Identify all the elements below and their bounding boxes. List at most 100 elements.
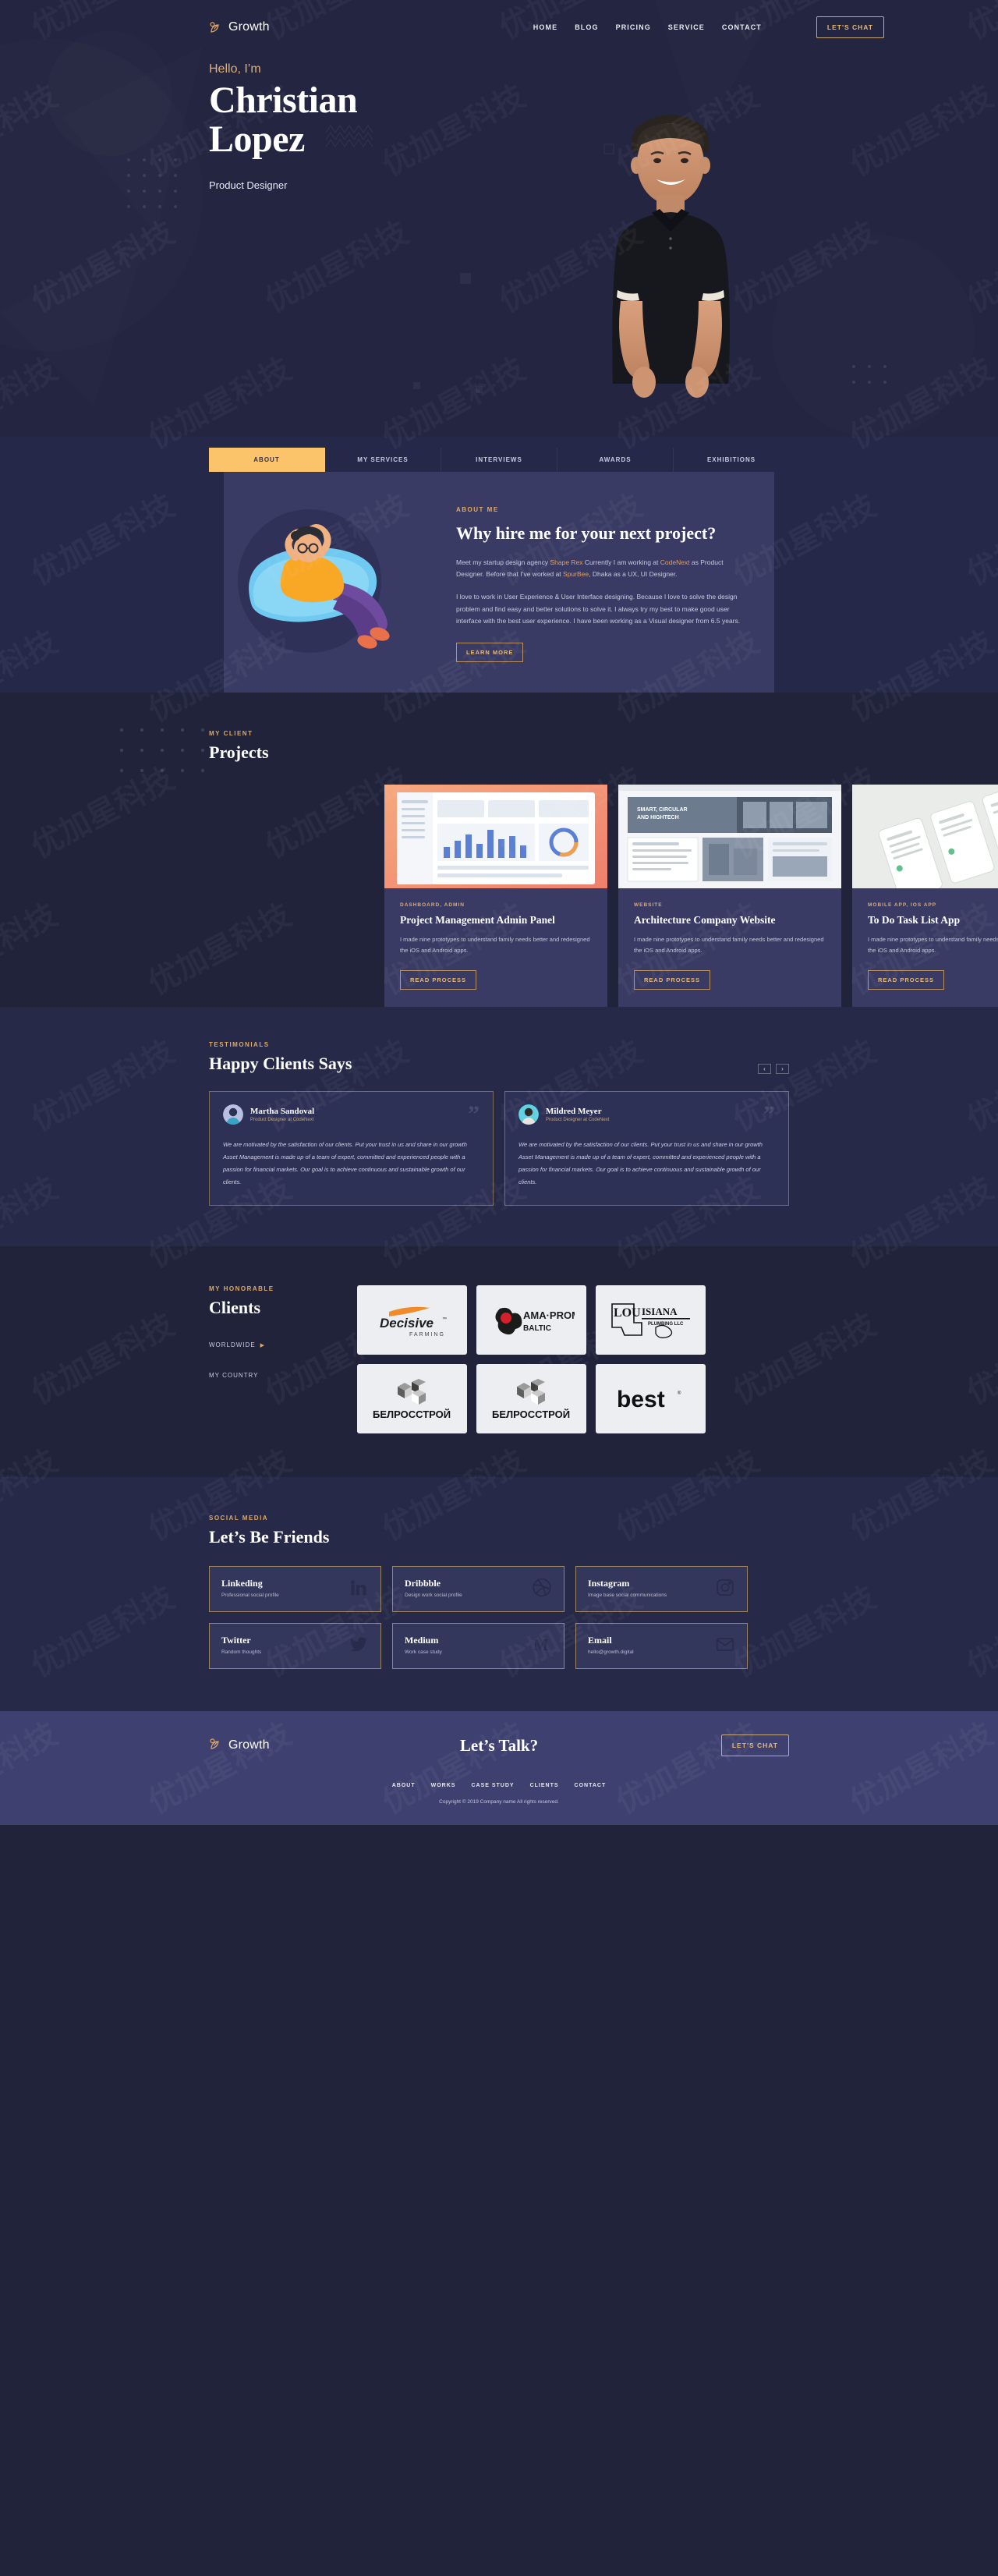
social-sub: Random thoughts — [221, 1649, 262, 1656]
testimonials-heading-group: TESTIMONIALS Happy Clients Says — [209, 1041, 352, 1074]
projects-dots-decor — [119, 728, 205, 773]
about-link-spurbee[interactable]: SpurBee — [563, 570, 589, 578]
svg-text:AND HIGHTECH: AND HIGHTECH — [637, 815, 679, 820]
brand-logo[interactable]: Growth — [209, 20, 270, 34]
project-tag: WEBSITE — [634, 902, 663, 908]
project-card[interactable]: SMART, CIRCULAR AND HIGHTECH WEBSITE Arc… — [618, 785, 841, 1008]
decisive-farming-logo: Decisive ™ FARMING — [380, 1306, 447, 1338]
client-logo-cell[interactable]: LOU ISIANA PLUMBING LLC — [596, 1285, 706, 1355]
page-footer: Growth Let’s Talk? LET'S CHAT ABOUT WORK… — [0, 1711, 998, 1826]
footer-lets-chat-button[interactable]: LET'S CHAT — [720, 1734, 789, 1757]
client-logo-cell[interactable]: БЕЛРОССТРОЙ — [357, 1364, 467, 1434]
testimonial-name: Mildred Meyer — [546, 1107, 602, 1117]
social-section: SOCIAL MEDIA Let’s Be Friends Linkeding … — [0, 1477, 998, 1712]
testimonial-name: Martha Sandoval — [250, 1107, 315, 1117]
clients-filter-my-country[interactable]: MY COUNTRY — [209, 1372, 357, 1379]
project-thumbnail: SMART, CIRCULAR AND HIGHTECH — [618, 785, 841, 888]
about-paragraph-2: I love to work in User Experience & User… — [456, 592, 741, 625]
instagram-icon — [715, 1577, 735, 1601]
clients-filter-worldwide[interactable]: WORLDWIDE ▶ — [209, 1341, 357, 1348]
medium-icon: M — [532, 1634, 552, 1658]
project-description: I made nine prototypes to understand fam… — [400, 935, 590, 955]
footer-brand-logo[interactable]: Growth — [209, 1737, 365, 1755]
client-logo-cell[interactable]: БЕЛРОССТРОЙ — [476, 1364, 586, 1434]
prev-arrow-icon[interactable]: ‹ — [758, 1064, 771, 1075]
lets-chat-button[interactable]: LET'S CHAT — [816, 16, 884, 38]
footer-link-works[interactable]: WORKS — [431, 1783, 456, 1788]
testimonials-header: TESTIMONIALS Happy Clients Says ‹ › — [0, 1041, 998, 1075]
about-link-shaperex[interactable]: Shape Rex — [550, 558, 582, 566]
svg-text:™: ™ — [442, 1316, 447, 1322]
footer-link-case-study[interactable]: CASE STUDY — [471, 1783, 514, 1788]
social-name: Dribbble — [405, 1578, 441, 1589]
read-process-button[interactable]: READ PROCESS — [400, 970, 477, 990]
footer-link-clients[interactable]: CLIENTS — [530, 1783, 559, 1788]
nav-link-blog[interactable]: BLOG — [575, 23, 598, 31]
about-eyebrow: ABOUT ME — [456, 506, 499, 513]
about-p1-b: Currently I am working at — [582, 558, 660, 566]
quote-icon: ” — [763, 1101, 775, 1128]
about-link-codenext[interactable]: CodeNext — [660, 558, 690, 566]
project-card[interactable]: MOBILE APP, IOS APP To Do Task List App … — [852, 785, 998, 1008]
hero-name-line-1: Christian — [209, 80, 358, 121]
social-sub: hello@growth.digital — [588, 1649, 634, 1656]
social-card-twitter[interactable]: Twitter Random thoughts — [209, 1623, 381, 1670]
louisiana-plumbing-logo: LOU ISIANA PLUMBING LLC — [610, 1303, 690, 1338]
about-section: ABOUT MY SERVICES INTERVIEWS AWARDS EXHI… — [0, 437, 998, 693]
svg-text:AMA·PROM: AMA·PROM — [523, 1309, 575, 1321]
client-logo-cell[interactable]: best ® — [596, 1364, 706, 1434]
client-logo-cell[interactable]: Decisive ™ FARMING — [357, 1285, 467, 1355]
read-process-button[interactable]: READ PROCESS — [634, 970, 711, 990]
client-logo-cell[interactable]: AMA·PROM BALTIC — [476, 1285, 586, 1355]
hero-section: Growth HOME BLOG PRICING SERVICE CONTACT… — [0, 0, 998, 437]
nav-link-contact[interactable]: CONTACT — [722, 23, 762, 31]
leaf-icon — [209, 20, 223, 34]
testimonials-section: TESTIMONIALS Happy Clients Says ‹ › ” Ma… — [0, 1007, 998, 1247]
project-description: I made nine prototypes to understand fam… — [634, 935, 824, 955]
best-logo: best ® — [617, 1387, 681, 1412]
tab-awards[interactable]: AWARDS — [557, 448, 674, 472]
learn-more-button[interactable]: LEARN MORE — [456, 643, 524, 663]
read-process-button[interactable]: READ PROCESS — [868, 970, 945, 990]
social-card-medium[interactable]: Medium Work case study M — [392, 1623, 564, 1670]
page-root: Growth HOME BLOG PRICING SERVICE CONTACT… — [0, 0, 998, 1826]
social-card-instagram[interactable]: Instagram Image base social communicatio… — [575, 1566, 748, 1613]
clients-inner: MY HONORABLE Clients WORLDWIDE ▶ MY COUN… — [0, 1285, 998, 1434]
footer-links: ABOUT WORKS CASE STUDY CLIENTS CONTACT — [0, 1783, 998, 1788]
footer-link-contact[interactable]: CONTACT — [575, 1783, 607, 1788]
testimonial-identity: Mildred Meyer Product Designer at CodeNe… — [546, 1107, 609, 1122]
clients-filter-my-country-label: MY COUNTRY — [209, 1372, 259, 1380]
brand-name: Growth — [228, 20, 270, 34]
nav-link-service[interactable]: SERVICE — [668, 23, 705, 31]
testimonial-role: Product Designer at CodeNext — [250, 1118, 314, 1123]
tab-my-services[interactable]: MY SERVICES — [325, 448, 441, 472]
footer-cta-wrap: LET'S CHAT — [633, 1734, 789, 1757]
testimonial-identity: Martha Sandoval Product Designer at Code… — [250, 1107, 314, 1122]
svg-text:БЕЛРОССТРОЙ: БЕЛРОССТРОЙ — [492, 1408, 570, 1420]
nav-link-pricing[interactable]: PRICING — [616, 23, 651, 31]
social-card-dribbble[interactable]: Dribbble Design work social profile — [392, 1566, 564, 1613]
social-sub: Design work social profile — [405, 1593, 462, 1599]
nav-link-home[interactable]: HOME — [533, 23, 557, 31]
tab-about[interactable]: ABOUT — [209, 448, 325, 472]
projects-eyebrow: MY CLIENT — [209, 730, 253, 737]
footer-headline: Let’s Talk? — [459, 1735, 539, 1755]
social-name: Instagram — [588, 1578, 630, 1589]
project-body: WEBSITE Architecture Company Website I m… — [618, 888, 841, 1007]
clients-filter-worldwide-label: WORLDWIDE — [209, 1341, 256, 1349]
hero-content: Hello, I’m Christian Lopez Product Desig… — [0, 55, 998, 191]
svg-text:Decisive: Decisive — [380, 1316, 434, 1331]
project-body: MOBILE APP, IOS APP To Do Task List App … — [852, 888, 998, 1007]
testimonial-role: Product Designer at CodeNext — [546, 1118, 610, 1123]
footer-link-about[interactable]: ABOUT — [392, 1783, 416, 1788]
svg-text:best: best — [617, 1387, 665, 1412]
tab-exhibitions[interactable]: EXHIBITIONS — [674, 448, 789, 472]
social-links-grid: Linkeding Professional social profile Dr… — [0, 1566, 998, 1670]
avatar — [223, 1104, 243, 1125]
about-tabs: ABOUT MY SERVICES INTERVIEWS AWARDS EXHI… — [209, 437, 789, 472]
project-card[interactable]: DASHBOARD, ADMIN Project Management Admi… — [384, 785, 607, 1008]
social-card-linkedin[interactable]: Linkeding Professional social profile — [209, 1566, 381, 1613]
tab-interviews[interactable]: INTERVIEWS — [441, 448, 557, 472]
next-arrow-icon[interactable]: › — [776, 1064, 789, 1075]
social-card-email[interactable]: Email hello@growth.digital — [575, 1623, 748, 1670]
